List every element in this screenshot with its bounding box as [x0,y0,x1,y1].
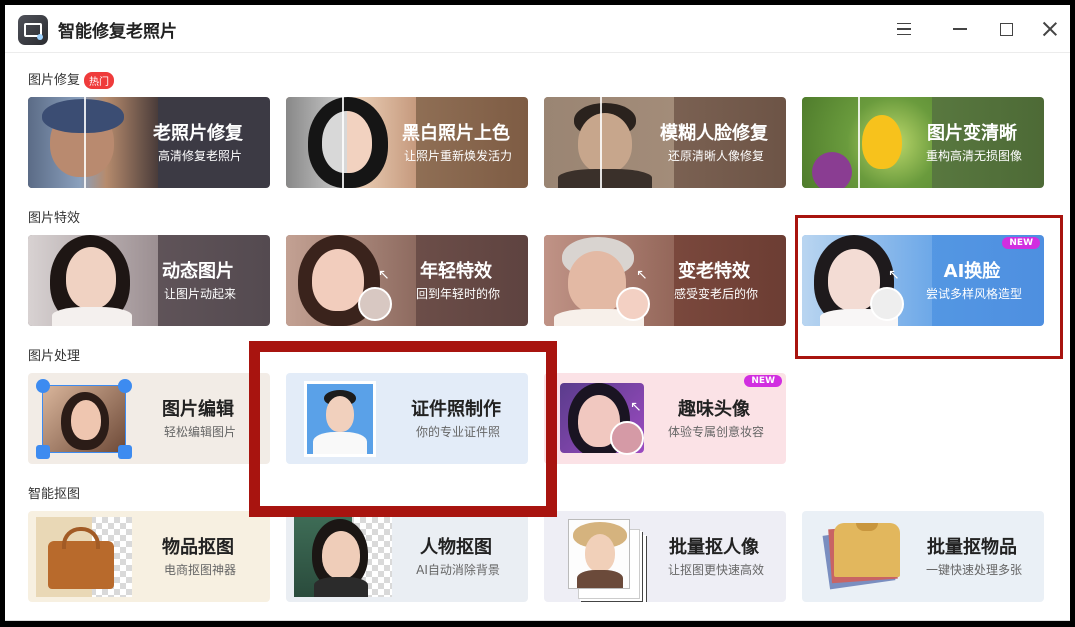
card-subtitle: AI自动消除背景 [416,563,500,577]
top-photo [568,519,630,589]
woman-face [71,400,101,440]
card-title: 变老特效 [678,261,750,282]
card-subtitle: 轻松编辑图片 [163,425,236,439]
compare-divider [84,97,86,188]
card-title: 趣味头像 [678,399,750,420]
card-old-photo-repair[interactable]: 老照片修复 高清修复老照片 [28,97,270,188]
woman-face [312,249,364,311]
card-batch-item[interactable]: 批量抠物品 一键快速处理多张 [802,511,1044,602]
card-title: 图片编辑 [162,399,234,420]
section-title-process: 图片处理 [28,349,81,364]
section-title-repair: 图片修复 热门 [28,69,115,89]
card-subtitle: 感受变老后的你 [673,287,758,301]
section-title-effects: 图片特效 [28,211,81,226]
card-sharpen[interactable]: 图片变清晰 重构高清无损图像 [802,97,1044,188]
card-subtitle: 让图片动起来 [163,287,236,301]
card-subtitle: 重构高清无损图像 [925,149,1022,163]
title-bar: 智能修复老照片 [5,5,1070,53]
compare-divider [600,97,602,188]
shirt-yellow [834,523,900,577]
bottom-divider [5,620,1070,621]
compare-divider [858,97,860,188]
section-title-cutout: 智能抠图 [28,487,81,502]
minimize-icon [953,28,967,30]
card-title: 批量抠人像 [669,537,759,558]
new-badge: NEW [744,375,782,387]
card-blur-face-repair[interactable]: 模糊人脸修复 还原清晰人像修复 [544,97,786,188]
card-subtitle: 还原清晰人像修复 [667,149,764,163]
resize-handle-icon [118,445,132,459]
card-title: 动态图片 [162,261,234,282]
card-subtitle: 体验专属创意妆容 [667,425,764,439]
card-younger[interactable]: ↖ 年轻特效 回到年轻时的你 [286,235,528,326]
card-subtitle: 高清修复老照片 [157,149,242,163]
girl-face [66,247,116,309]
card-fun-avatar[interactable]: ↖ NEW 趣味头像 体验专属创意妆容 [544,373,786,464]
card-title: 年轻特效 [420,261,492,282]
jacket [558,169,652,188]
tulip [862,115,902,169]
card-subtitle: 回到年轻时的你 [415,287,500,301]
woman-face [585,534,615,572]
card-animate[interactable]: 动态图片 让图片动起来 [28,235,270,326]
card-title: 黑白照片上色 [402,123,510,144]
close-icon [1042,21,1058,37]
woman-face [322,111,372,173]
old-avatar [358,287,392,321]
hair [577,570,623,588]
card-title: 图片变清晰 [927,123,1017,144]
shirt [52,307,132,326]
card-image-edit[interactable]: 图片编辑 轻松编辑图片 [28,373,270,464]
purple-flower [812,152,852,188]
app-window: 智能修复老照片 图片修复 热门 老照片修复 高清修复老照片 黑白照片上色 让照片重… [5,5,1070,621]
card-older[interactable]: ↖ 变老特效 感受变老后的你 [544,235,786,326]
minimize-button[interactable] [948,17,972,41]
card-batch-person[interactable]: 批量抠人像 让抠图更快速高效 [544,511,786,602]
close-button[interactable] [1038,17,1062,41]
highlight-box-id-photo [249,341,557,517]
arrow-up-icon: ↖ [630,399,642,415]
card-title: 模糊人脸修复 [660,123,768,144]
woman-face [322,531,360,579]
card-subtitle: 让照片重新焕发活力 [403,149,512,163]
drop-handle-icon [118,379,132,393]
card-title: 人物抠图 [420,537,492,558]
shirt [314,577,368,597]
section-label: 图片修复 [28,73,81,88]
card-subtitle: 电商抠图神器 [163,563,236,577]
hot-badge: 热门 [84,72,115,89]
copy-handle-icon [36,445,50,459]
maximize-button[interactable] [994,17,1018,41]
arrow-up-icon: ↖ [378,267,390,283]
highlight-box-face-swap [795,215,1063,359]
maximize-icon [999,22,1013,36]
man-face [578,113,632,173]
original-avatar [610,421,644,455]
headscarf [42,99,124,133]
card-subtitle: 一键快速处理多张 [925,563,1022,577]
card-colorize[interactable]: 黑白照片上色 让照片重新焕发活力 [286,97,528,188]
app-logo-icon [18,15,48,45]
hamburger-icon [897,23,911,35]
app-title: 智能修复老照片 [58,22,177,42]
menu-button[interactable] [892,17,916,41]
card-person-cutout[interactable]: 人物抠图 AI自动消除背景 [286,511,528,602]
card-title: 老照片修复 [153,123,243,144]
rotate-handle-icon [36,379,50,393]
young-avatar [616,287,650,321]
card-title: 物品抠图 [162,537,234,558]
arrow-up-icon: ↖ [636,267,648,283]
compare-divider [342,97,344,188]
card-subtitle: 让抠图更快速高效 [667,563,764,577]
card-item-cutout[interactable]: 物品抠图 电商抠图神器 [28,511,270,602]
card-title: 批量抠物品 [927,537,1017,558]
edit-frame [42,385,126,453]
